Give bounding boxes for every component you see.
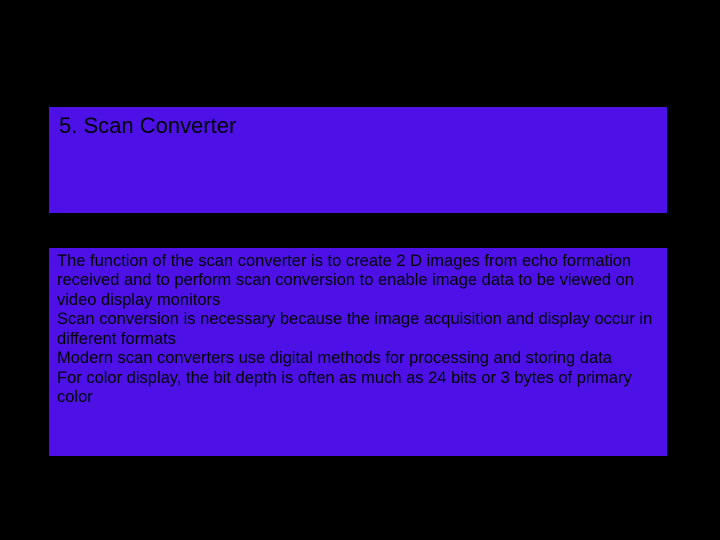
slide-body: The function of the scan converter is to… [57,252,659,408]
title-box: 5. Scan Converter [48,106,668,214]
slide-title: 5. Scan Converter [59,113,657,139]
body-box: The function of the scan converter is to… [48,247,668,457]
